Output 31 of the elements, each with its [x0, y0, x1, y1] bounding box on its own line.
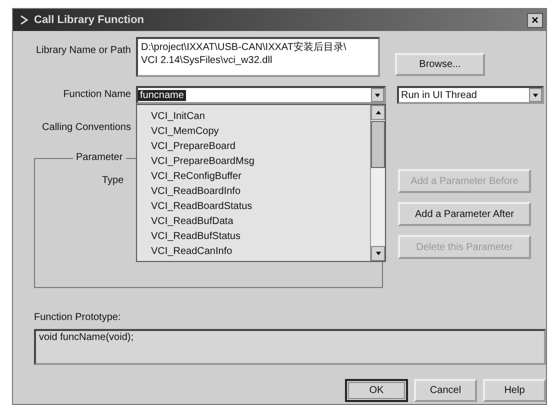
list-item[interactable]: VCI_InitCan	[151, 109, 370, 124]
scrollbar[interactable]	[370, 105, 385, 261]
function-name-combo[interactable]: funcname	[136, 86, 386, 104]
calling-conventions-label: Calling Conventions	[41, 122, 131, 133]
list-item[interactable]: VCI_PrepareBoard	[151, 139, 370, 154]
list-item[interactable]: VCI_PrepareBoardMsg	[151, 154, 370, 169]
dialog-button[interactable]: OK	[345, 379, 408, 402]
function-name-label: Function Name	[62, 89, 132, 100]
scroll-down-icon[interactable]	[371, 246, 385, 261]
list-item[interactable]: VCI_ReadBufData	[151, 214, 370, 229]
prototype-text: void funcName(void);	[39, 332, 134, 343]
group-title: Parameter	[73, 152, 126, 163]
list-item[interactable]: VCI_MemCopy	[151, 124, 370, 139]
dialog-button[interactable]: Help	[483, 379, 546, 402]
browse-button[interactable]: Browse...	[395, 53, 485, 76]
list-item[interactable]: VCI_ReadBufStatus	[151, 229, 370, 244]
parameter-button[interactable]: Add a Parameter After	[398, 202, 531, 226]
scroll-up-icon[interactable]	[371, 105, 385, 120]
prototype-label: Function Prototype:	[34, 312, 122, 323]
list-item[interactable]: VCI_ReadCanInfo	[151, 244, 370, 259]
type-label: Type	[102, 175, 124, 186]
scroll-thumb[interactable]	[371, 121, 385, 168]
list-item[interactable]: VCI_ReadBoardInfo	[151, 184, 370, 199]
window-title: Call Library Function	[34, 14, 146, 26]
dialog-button[interactable]: Cancel	[414, 379, 477, 402]
list-item[interactable]: VCI_ReConfigBuffer	[151, 169, 370, 184]
thread-combo[interactable]: Run in UI Thread	[397, 86, 544, 104]
library-label: Library Name or Path	[34, 45, 132, 56]
close-button[interactable]: ×	[527, 12, 543, 28]
library-path-field[interactable]: D:\project\IXXAT\USB-CAN\IXXAT安装后目录\ VCI 2.14\SysFiles\vci_w32.dll	[136, 37, 380, 77]
list-item[interactable]: VCI_ReadBoardStatus	[151, 199, 370, 214]
